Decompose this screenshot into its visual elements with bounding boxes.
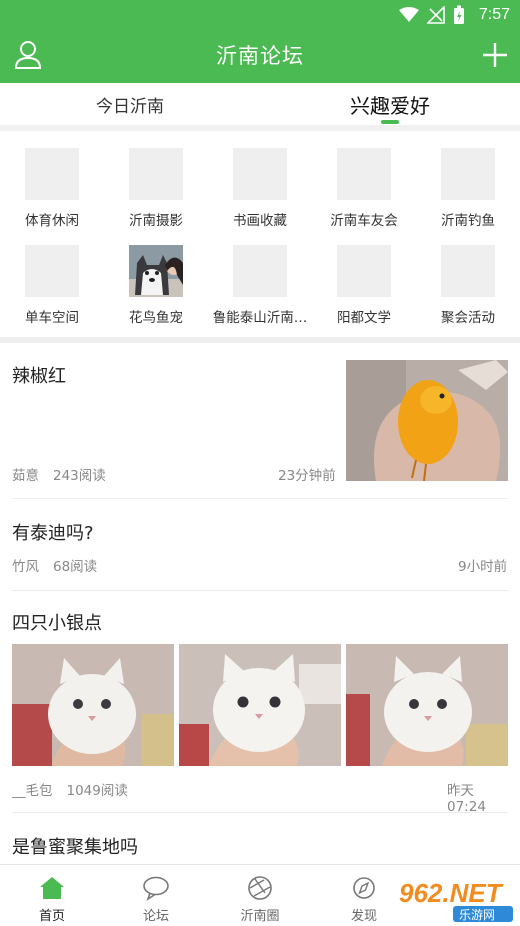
post-author: 茹意	[12, 468, 39, 484]
post-author: 竹风	[12, 559, 39, 575]
category-thumbnail	[337, 148, 391, 200]
tab-label: 今日沂南	[96, 96, 164, 117]
category-label: 鲁能泰山沂南…	[212, 309, 308, 325]
category-gatherings[interactable]: 聚会活动	[416, 228, 520, 325]
nav-home[interactable]: 首页	[0, 865, 104, 926]
category-thumbnail	[233, 148, 287, 200]
post-title: 四只小银点	[12, 613, 102, 634]
nav-label: 首页	[38, 909, 65, 924]
post-read-count: 68阅读	[53, 559, 98, 575]
post-item[interactable]: 四只小银点 __毛包 1049阅读 昨天07:24	[12, 591, 508, 815]
post-feed: 辣椒红 茹意 243阅读 23分钟前 有泰迪吗? 竹风 68阅读 9小时前 四只…	[0, 343, 520, 863]
husky-photo-thumbnail	[129, 245, 183, 297]
watermark-brand: 962.NET	[399, 878, 504, 908]
post-item[interactable]: 辣椒红 茹意 243阅读 23分钟前	[12, 343, 508, 499]
category-cycling[interactable]: 单车空间	[0, 228, 104, 325]
category-thumbnail	[25, 245, 79, 297]
compass-icon	[353, 877, 375, 899]
post-image-kitten[interactable]	[346, 644, 508, 766]
post-image-kitten[interactable]	[179, 644, 341, 766]
post-image-orange-bird[interactable]	[346, 360, 508, 481]
category-thumbnail	[337, 245, 391, 297]
post-read-count: 1049阅读	[66, 783, 128, 799]
post-title: 是鲁蜜聚集地吗	[12, 837, 138, 858]
category-fishing[interactable]: 沂南钓鱼	[416, 131, 520, 228]
post-item[interactable]: 是鲁蜜聚集地吗	[12, 813, 508, 863]
nav-forum[interactable]: 论坛	[104, 865, 208, 926]
tab-hobbies[interactable]: 兴趣爱好	[260, 83, 520, 125]
post-author: __毛包	[12, 783, 53, 799]
category-thumbnail	[441, 148, 495, 200]
962-watermark-logo: 962.NET 乐游网	[389, 874, 517, 922]
category-label: 沂南摄影	[129, 212, 183, 228]
tab-bar: 今日沂南 兴趣爱好	[0, 83, 520, 125]
nav-label: 发现	[350, 909, 377, 924]
category-thumbnail	[129, 148, 183, 200]
no-signal-icon	[426, 6, 445, 24]
category-grid: 体育休闲 沂南摄影 书画收藏 沂南车友会 沂南钓鱼 单车空间 花鸟鱼宠 鲁能泰山…	[0, 131, 520, 337]
active-tab-indicator	[381, 120, 399, 124]
chat-bubble-icon	[143, 876, 169, 901]
post-title: 辣椒红	[12, 366, 66, 387]
aperture-icon	[248, 876, 272, 900]
user-icon[interactable]	[14, 40, 42, 70]
wifi-icon	[398, 7, 419, 22]
nav-label: 沂南圈	[240, 909, 280, 924]
category-label: 单车空间	[25, 309, 79, 325]
category-luneng-taishan[interactable]: 鲁能泰山沂南…	[208, 228, 312, 325]
category-label: 书画收藏	[233, 212, 287, 228]
plus-icon[interactable]	[482, 42, 508, 68]
tab-label: 兴趣爱好	[350, 93, 430, 118]
post-time: 9小时前	[458, 559, 508, 575]
home-icon	[40, 877, 64, 899]
category-pets[interactable]: 花鸟鱼宠	[104, 228, 208, 325]
category-literature[interactable]: 阳都文学	[312, 228, 416, 325]
category-thumbnail	[441, 245, 495, 297]
category-calligraphy[interactable]: 书画收藏	[208, 131, 312, 228]
post-item[interactable]: 有泰迪吗? 竹风 68阅读 9小时前	[12, 499, 508, 591]
post-meta: __毛包 1049阅读	[12, 779, 128, 799]
category-photography[interactable]: 沂南摄影	[104, 131, 208, 228]
status-time: 7:57	[478, 6, 510, 23]
post-read-count: 243阅读	[53, 468, 106, 484]
status-bar: 7:57	[398, 4, 510, 26]
post-time: 23分钟前	[278, 468, 336, 484]
category-label: 沂南钓鱼	[441, 212, 495, 228]
nav-label: 论坛	[142, 909, 169, 924]
category-label: 阳都文学	[337, 309, 391, 325]
post-meta: 竹风 68阅读	[12, 555, 97, 575]
post-time: 昨天07:24	[447, 783, 486, 815]
watermark-sub: 乐游网	[459, 908, 495, 922]
tab-today-yinan[interactable]: 今日沂南	[0, 83, 260, 125]
battery-icon	[453, 5, 464, 24]
post-title: 有泰迪吗?	[12, 523, 94, 544]
category-label: 沂南车友会	[330, 212, 398, 228]
page-title: 沂南论坛	[216, 44, 304, 68]
category-car-club[interactable]: 沂南车友会	[312, 131, 416, 228]
post-image-kitten[interactable]	[12, 644, 174, 766]
category-thumbnail	[25, 148, 79, 200]
category-label: 聚会活动	[441, 309, 495, 325]
category-thumbnail	[233, 245, 287, 297]
post-image-row	[12, 644, 508, 766]
nav-yinan-circle[interactable]: 沂南圈	[208, 865, 312, 926]
top-bar: 7:57 沂南论坛	[0, 0, 520, 83]
category-label: 花鸟鱼宠	[129, 309, 183, 325]
app-header: 沂南论坛	[0, 30, 520, 80]
post-meta: 茹意 243阅读	[12, 464, 106, 484]
category-sports[interactable]: 体育休闲	[0, 131, 104, 228]
category-label: 体育休闲	[25, 212, 79, 228]
